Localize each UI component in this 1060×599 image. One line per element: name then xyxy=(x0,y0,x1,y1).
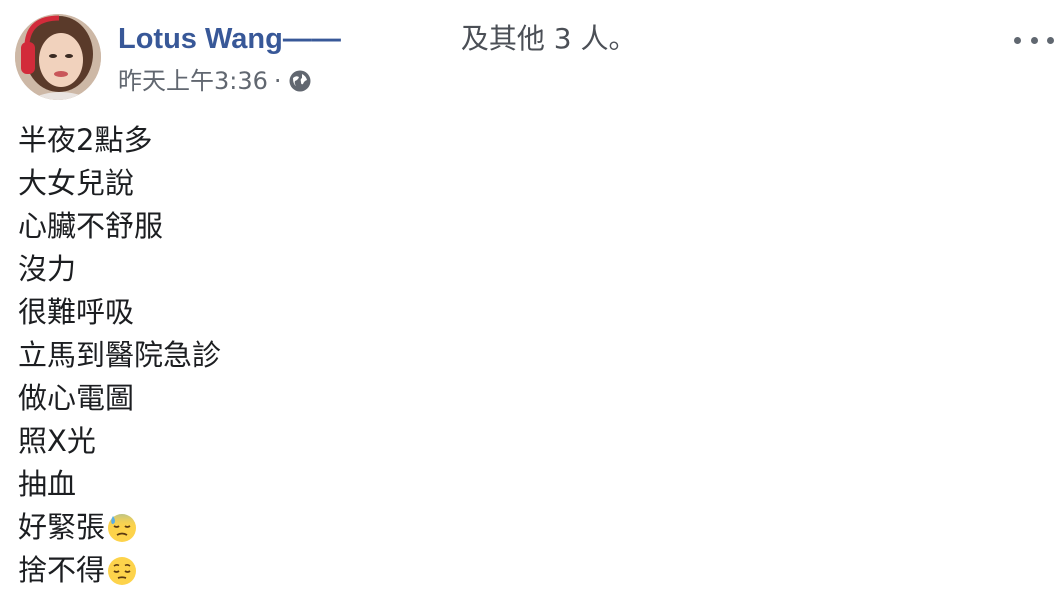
author-line: Lotus Wang—— 及其他 3 人。 xyxy=(118,18,636,59)
post-line-text: 大女兒說 xyxy=(18,166,135,200)
post-line: 半夜2點多 xyxy=(18,119,221,162)
post-line: 照X光 xyxy=(18,420,221,463)
post-line-text: 立馬到醫院急診 xyxy=(18,338,222,372)
post-line: 抽血 xyxy=(18,463,221,506)
post-line-text: 好緊張 xyxy=(18,510,106,544)
post-line-text: 半夜2點多 xyxy=(18,123,153,157)
downcast-face-with-sweat-emoji xyxy=(106,512,138,544)
post-line-text: 很難呼吸 xyxy=(18,295,135,329)
post-line-text: 心臟不舒服 xyxy=(18,209,164,243)
more-dot xyxy=(1047,36,1054,44)
post-line: 立馬到醫院急診 xyxy=(18,334,221,377)
redacted-tagged-name xyxy=(341,25,461,55)
post-line: 很難呼吸 xyxy=(18,291,221,334)
more-dot xyxy=(1030,36,1038,44)
post-header: Lotus Wang—— 及其他 3 人。 昨天上午3:36 · xyxy=(15,14,1060,104)
more-dot xyxy=(1014,36,1021,44)
post-line: 心臟不舒服 xyxy=(18,205,221,248)
relieved-face-emoji xyxy=(106,555,138,587)
globe-icon[interactable] xyxy=(288,68,312,92)
post-line-text: 沒力 xyxy=(18,252,77,286)
post-line-text: 照X光 xyxy=(18,424,96,458)
post-body: 半夜2點多 大女兒說 心臟不舒服 沒力 很難呼吸 立馬到醫院急診 做心電圖 照X… xyxy=(18,119,221,592)
author-name-link[interactable]: Lotus Wang xyxy=(118,23,283,55)
facebook-post: Lotus Wang—— 及其他 3 人。 昨天上午3:36 · 半夜2點多 大女兒… xyxy=(0,0,1060,596)
post-line-text: 做心電圖 xyxy=(18,381,135,415)
post-line-text: 抽血 xyxy=(18,467,77,501)
post-line: 沒力 xyxy=(18,248,221,291)
post-meta: 昨天上午3:36 · xyxy=(118,64,312,98)
post-line: 大女兒說 xyxy=(18,162,221,205)
tagged-others-text[interactable]: 及其他 3 人。 xyxy=(461,22,637,55)
more-options-icon[interactable] xyxy=(1014,28,1054,52)
post-timestamp[interactable]: 昨天上午3:36 xyxy=(118,67,268,95)
author-dash: —— xyxy=(282,23,341,55)
post-line: 好緊張 xyxy=(18,506,221,549)
meta-separator: · xyxy=(273,67,282,95)
author-avatar[interactable] xyxy=(15,14,101,100)
post-line-text: 捨不得 xyxy=(18,553,106,587)
post-line: 做心電圖 xyxy=(18,377,221,420)
post-line: 捨不得 xyxy=(18,549,221,592)
avatar-image xyxy=(15,14,101,100)
